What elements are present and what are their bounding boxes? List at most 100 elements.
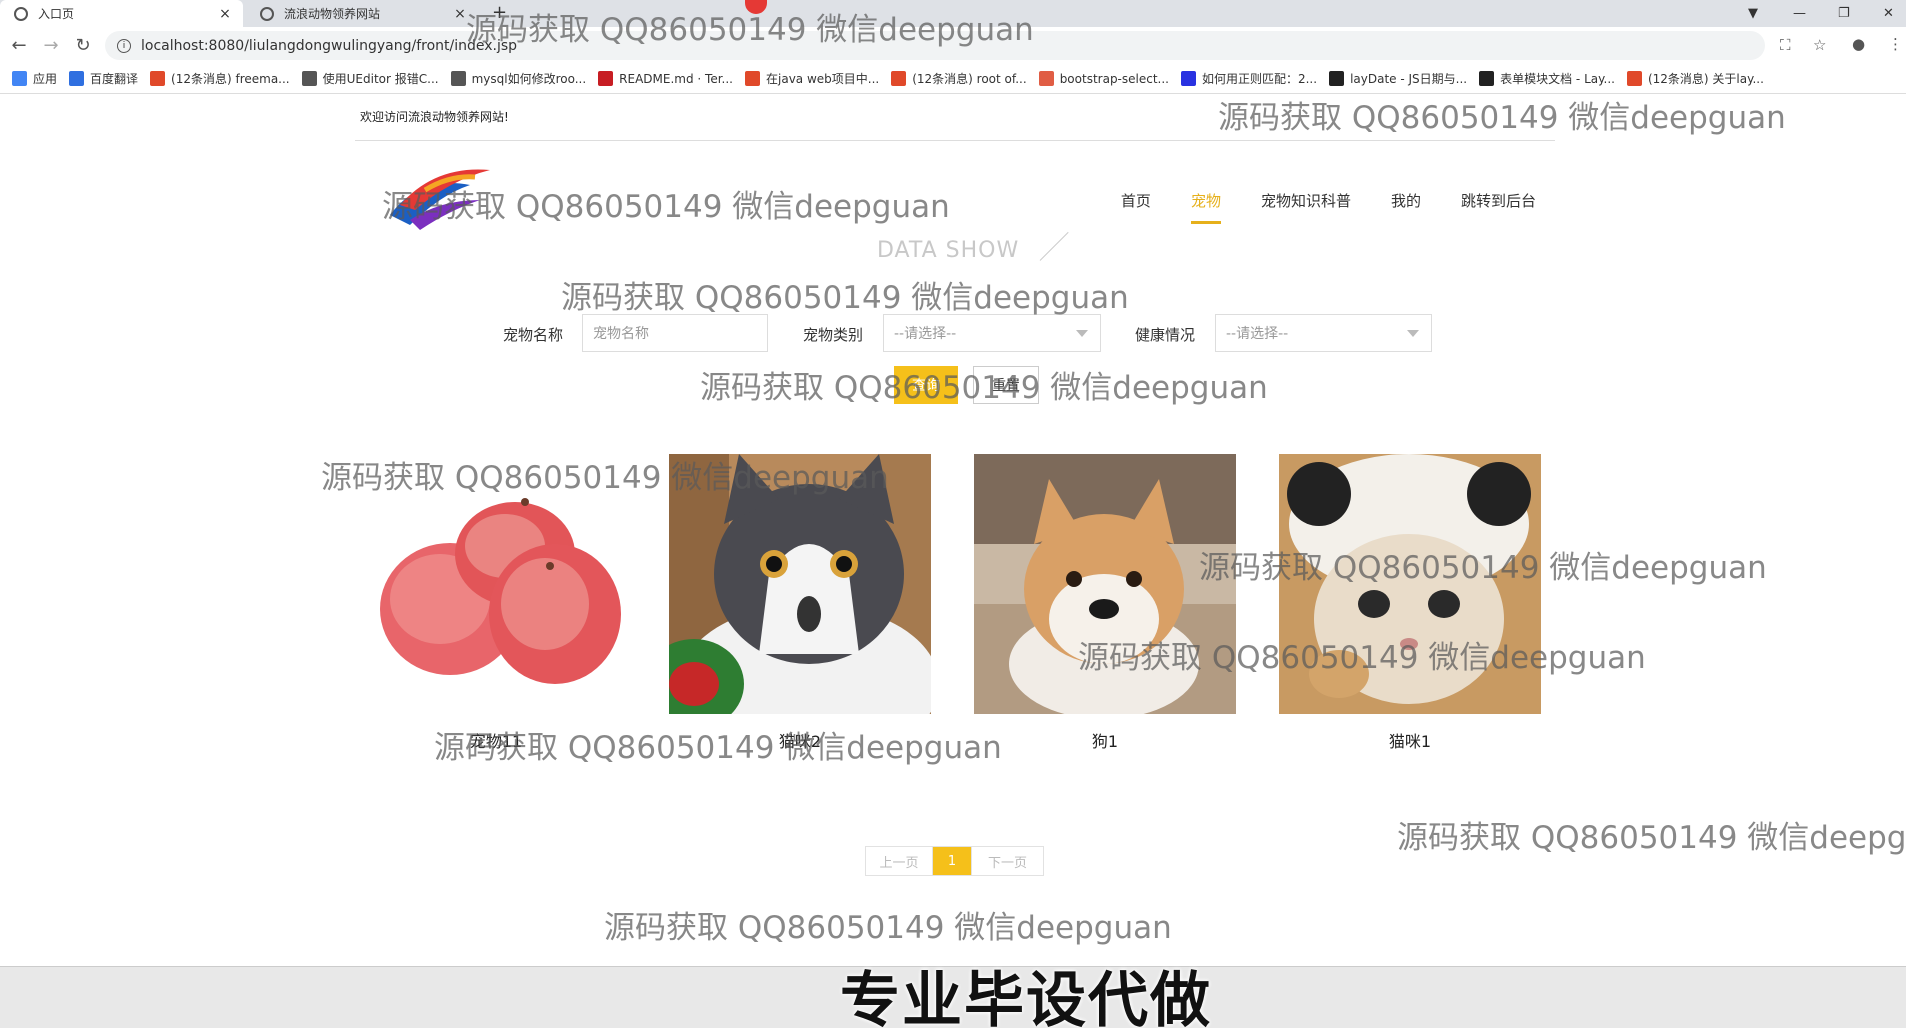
browser-tab-strip: 入口页 × 流浪动物领养网站 × + ▼ — ❐ ✕ [0, 0, 1906, 27]
tab-title: 流浪动物领养网站 [284, 7, 381, 21]
csdn-icon [891, 71, 907, 86]
profile-dropdown-icon[interactable]: ▼ [1748, 0, 1758, 27]
reload-icon[interactable]: ↻ [70, 35, 96, 56]
csdn-icon [1626, 71, 1642, 86]
url-text: localhost:8080/liulangdongwulingyang/fro… [141, 37, 518, 54]
bookmark-item[interactable]: (12条消息) root of... [891, 70, 1027, 87]
bookmark-item[interactable]: (12条消息) freema... [150, 70, 290, 87]
next-page-button[interactable]: 下一页 [971, 847, 1043, 875]
bookmark-label: (12条消息) root of... [912, 72, 1027, 86]
bookmark-item[interactable]: (12条消息) 关于lay... [1626, 70, 1764, 87]
reset-button[interactable]: 重置 [973, 366, 1039, 404]
search-button[interactable]: 查询 [894, 366, 958, 404]
pet-image-apples[interactable] [365, 454, 627, 714]
window-close-icon[interactable]: ✕ [1883, 0, 1894, 27]
bookmark-label: 百度翻译 [90, 72, 139, 86]
health-value: --请选择-- [1226, 326, 1289, 342]
pagination: 上一页 1 下一页 [865, 846, 1044, 876]
star-icon[interactable]: ☆ [1813, 36, 1826, 54]
nav-item[interactable]: 首页 [1121, 190, 1151, 224]
chevron-down-icon [1407, 330, 1419, 337]
tab-title: 入口页 [38, 7, 75, 21]
health-select[interactable]: --请选择-- [1215, 314, 1432, 352]
pet-name-placeholder: 宠物名称 [593, 326, 649, 342]
bookmark-item[interactable]: 表单模块文档 - Lay... [1479, 70, 1615, 87]
csdn-icon [150, 71, 166, 86]
pet-name: 猫咪2 [778, 732, 822, 751]
pet-card[interactable]: 猫咪2 [669, 454, 931, 752]
info-icon[interactable]: i [117, 38, 131, 53]
bookmark-label: mysql如何修改roo... [471, 72, 587, 86]
bookmark-label: 表单模块文档 - Lay... [1500, 72, 1615, 86]
pet-card[interactable]: 狗1 [974, 454, 1236, 752]
current-page-button[interactable]: 1 [933, 847, 971, 875]
bookmark-item[interactable]: bootstrap-select... [1038, 71, 1169, 86]
translate-icon[interactable]: ⛶ [1780, 36, 1791, 54]
pet-type-select[interactable]: --请选择-- [883, 314, 1101, 352]
watermark: 源码获取 QQ86050149 微信deepguan [1218, 100, 1786, 136]
main-nav: 首页 宠物 宠物知识科普 我的 跳转到后台 [1081, 190, 1536, 224]
new-tab-icon[interactable]: + [492, 2, 507, 23]
back-icon[interactable]: ← [6, 35, 32, 56]
bookmark-item[interactable]: README.md · Ter... [598, 71, 733, 86]
watermark: 源码获取 QQ86050149 微信deepguan [604, 910, 1172, 946]
bookmark-label: 使用UEditor 报错C... [322, 72, 439, 86]
baidu-translate-icon [69, 71, 85, 86]
close-icon[interactable]: × [217, 6, 233, 22]
section-title: DATA SHOW [877, 238, 1020, 263]
pet-name-label: 宠物名称 [503, 326, 564, 344]
chevron-down-icon [1076, 330, 1088, 337]
pet-name: 宠物11 [469, 732, 523, 751]
minimize-icon[interactable]: — [1793, 0, 1806, 27]
bookmark-label: (12条消息) 关于lay... [1647, 72, 1764, 86]
bookmark-label: 在java web项目中... [766, 72, 880, 86]
watermark: 源码获取 QQ86050149 微信deepguan [1397, 820, 1906, 856]
url-input[interactable]: i localhost:8080/liulangdongwulingyang/f… [105, 31, 1765, 60]
pet-card[interactable]: 猫咪1 [1279, 454, 1541, 752]
tab-home[interactable]: 入口页 × [0, 0, 243, 27]
layui-icon [1329, 71, 1345, 86]
bookmarks-bar: 应用 百度翻译 (12条消息) freema... 使用UEditor 报错C... m… [0, 64, 1906, 94]
watermark: 源码获取 QQ86050149 微信deepguan [561, 280, 1129, 316]
pet-type-value: --请选择-- [894, 326, 957, 342]
restore-icon[interactable]: ❐ [1838, 0, 1850, 27]
prev-page-button[interactable]: 上一页 [866, 847, 933, 875]
nav-item[interactable]: 我的 [1391, 190, 1421, 224]
nav-item[interactable]: 宠物知识科普 [1261, 190, 1351, 224]
globe-icon [14, 6, 28, 21]
menu-icon[interactable]: ⋮ [1888, 35, 1903, 53]
bookmark-label: (12条消息) freema... [171, 72, 290, 86]
bookmark-label: 应用 [33, 72, 58, 86]
bookmark-item[interactable]: 应用 [12, 70, 57, 87]
bookmark-item[interactable]: 在java web项目中... [745, 70, 879, 87]
pet-name-input[interactable]: 宠物名称 [582, 314, 768, 352]
nav-item[interactable]: 宠物 [1190, 190, 1221, 224]
address-bar: ← → ↻ i localhost:8080/liulangdongwuling… [0, 27, 1906, 64]
cursor-marker [745, 0, 767, 14]
bookmark-item[interactable]: 使用UEditor 报错C... [301, 70, 439, 87]
csdn-icon [745, 71, 760, 86]
divider [355, 140, 1555, 141]
search-form: 宠物名称 宠物名称 宠物类别 --请选择-- 健康情况 --请选择-- [0, 314, 1906, 354]
bookmark-item[interactable]: 百度翻译 [69, 70, 138, 87]
bookmark-label: 如何用正则匹配：2... [1201, 72, 1318, 86]
close-icon[interactable]: × [452, 6, 468, 22]
bookmark-label: bootstrap-select... [1059, 71, 1169, 86]
bookmark-item[interactable]: mysql如何修改roo... [450, 70, 587, 87]
site-logo[interactable] [380, 155, 500, 235]
bookmark-item[interactable]: 如何用正则匹配：2... [1180, 70, 1318, 87]
tab-adoption-site[interactable]: 流浪动物领养网站 × [246, 0, 478, 27]
forward-icon[interactable]: → [38, 35, 64, 56]
nav-item[interactable]: 跳转到后台 [1461, 190, 1536, 224]
health-label: 健康情况 [1135, 326, 1196, 344]
bookmark-item[interactable]: layDate - JS日期与... [1329, 70, 1467, 87]
pet-image-cat-hat[interactable] [1279, 454, 1541, 714]
layui-icon [1479, 71, 1495, 86]
pet-image-dog[interactable] [974, 454, 1236, 714]
welcome-text: 欢迎访问流浪动物领养网站! [360, 110, 509, 124]
apps-icon [12, 71, 27, 86]
pet-card[interactable]: 宠物11 [365, 454, 627, 752]
account-icon[interactable]: ● [1852, 35, 1865, 53]
pet-image-cat[interactable] [669, 454, 931, 714]
video-caption: 专业毕设代做 [840, 966, 1212, 1028]
